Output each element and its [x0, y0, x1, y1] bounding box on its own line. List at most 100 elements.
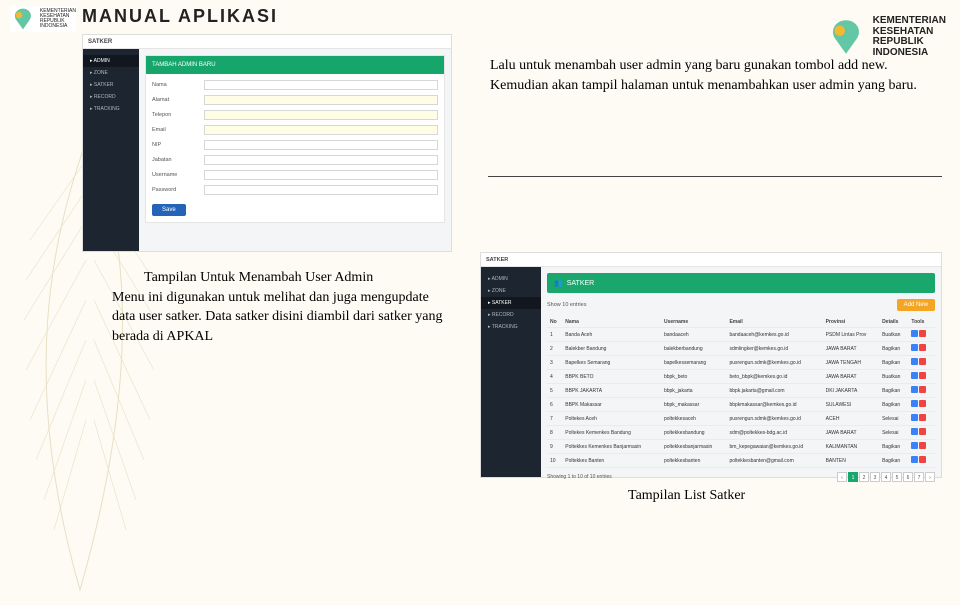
row-tools[interactable]	[908, 356, 935, 370]
page-button[interactable]: 3	[870, 472, 880, 482]
page-button[interactable]: 7	[914, 472, 924, 482]
page-button[interactable]: ›	[925, 472, 935, 482]
delete-icon	[919, 358, 926, 365]
table-row: 4BBPK BETObbpk_betobeto_bbpk@kemkes.go.i…	[547, 370, 935, 384]
panel-header: TAMBAH ADMIN BARU	[146, 56, 444, 74]
column-header: Provinsi	[823, 317, 879, 328]
row-tools[interactable]	[908, 342, 935, 356]
panel-header: 👥 SATKER	[547, 273, 935, 293]
sidebar-item[interactable]: ▸ RECORD	[481, 309, 541, 321]
field-label: Username	[152, 172, 198, 178]
edit-icon	[911, 428, 918, 435]
row-tools[interactable]	[908, 384, 935, 398]
text-input[interactable]	[204, 125, 438, 135]
row-tools[interactable]	[908, 370, 935, 384]
delete-icon	[919, 386, 926, 393]
table-row: 10Poltekkes Bantenpoltekkesbantenpoltekk…	[547, 454, 935, 468]
table-row: 8Poltekes Kemenkes Bandungpoltekkesbandu…	[547, 426, 935, 440]
page-button[interactable]: 1	[848, 472, 858, 482]
sidebar-item[interactable]: ▸ ZONE	[481, 285, 541, 297]
screenshot-satker-list: SATKER ▸ ADMIN▸ ZONE▸ SATKER▸ RECORD▸ TR…	[480, 252, 942, 478]
app-title: SATKER	[481, 253, 941, 267]
logo-large-text: KEMENTERIANKESEHATANREPUBLIKINDONESIA	[873, 16, 946, 58]
edit-icon	[911, 400, 918, 407]
edit-icon	[911, 386, 918, 393]
logo-small-text: KEMENTERIANKESEHATANREPUBLIKINDONESIA	[40, 9, 76, 30]
page-button[interactable]: 2	[859, 472, 869, 482]
row-tools[interactable]	[908, 426, 935, 440]
edit-icon	[911, 372, 918, 379]
table-row: 3Bapelkes Semarangbapelkessemarangpusren…	[547, 356, 935, 370]
sidebar: ▸ ADMIN▸ ZONE▸ SATKER▸ RECORD▸ TRACKING	[481, 267, 541, 477]
screenshot-add-admin: SATKER ▸ ADMIN▸ ZONE▸ SATKER▸ RECORD▸ TR…	[82, 34, 452, 252]
pagination: ‹1234567›	[836, 472, 935, 482]
edit-icon	[911, 344, 918, 351]
field-label: Alamat	[152, 97, 198, 103]
text-input[interactable]	[204, 110, 438, 120]
sidebar-item[interactable]: ▸ TRACKING	[481, 321, 541, 333]
sidebar-item[interactable]: ▸ ZONE	[83, 67, 139, 79]
caption-1: Tampilan Untuk Menambah User Admin Menu …	[112, 268, 452, 346]
page-button[interactable]: 6	[903, 472, 913, 482]
table-row: 7Poltekes Acehpoltekkesacehpusrengun.sdm…	[547, 412, 935, 426]
logo-small: KEMENTERIANKESEHATANREPUBLIKINDONESIA	[10, 6, 76, 32]
sidebar-item[interactable]: ▸ SATKER	[481, 297, 541, 309]
field-label: Email	[152, 127, 198, 133]
sidebar-item[interactable]: ▸ ADMIN	[481, 273, 541, 285]
text-input[interactable]	[204, 185, 438, 195]
kemenkes-icon	[10, 6, 36, 32]
paragraph-1: Lalu untuk menambah user admin yang baru…	[490, 56, 930, 95]
admin-form: NamaAlamatTeleponEmailNIPJabatanUsername…	[146, 74, 444, 222]
delete-icon	[919, 400, 926, 407]
column-header: No	[547, 317, 562, 328]
add-new-button[interactable]: Add New	[897, 299, 935, 311]
text-input[interactable]	[204, 140, 438, 150]
table-row: 9Poltekkes Kemenkes Banjarmasinpoltekkes…	[547, 440, 935, 454]
sidebar: ▸ ADMIN▸ ZONE▸ SATKER▸ RECORD▸ TRACKING	[83, 49, 139, 251]
column-header: Email	[726, 317, 822, 328]
sidebar-item[interactable]: ▸ ADMIN	[83, 55, 139, 67]
sidebar-item[interactable]: ▸ SATKER	[83, 79, 139, 91]
text-input[interactable]	[204, 170, 438, 180]
column-header: Details	[879, 317, 908, 328]
edit-icon	[911, 330, 918, 337]
kemenkes-icon	[825, 16, 867, 58]
table-row: 5BBPK JAKARTAbbpk_jakartabbpk.jakarta@gm…	[547, 384, 935, 398]
edit-icon	[911, 414, 918, 421]
show-entries: Show 10 entries	[547, 302, 586, 308]
satker-table: NoNamaUsernameEmailProvinsiDetailsTools …	[547, 317, 935, 468]
page-button[interactable]: ‹	[837, 472, 847, 482]
sidebar-item[interactable]: ▸ TRACKING	[83, 103, 139, 115]
app-title: SATKER	[83, 35, 451, 49]
showing-text: Showing 1 to 10 of 10 entries	[547, 474, 612, 480]
table-row: 2Balekber Bandungbalekberbandungsdmlingk…	[547, 342, 935, 356]
delete-icon	[919, 330, 926, 337]
caption-2: Tampilan List Satker	[628, 488, 745, 504]
field-label: Telepon	[152, 112, 198, 118]
delete-icon	[919, 344, 926, 351]
page-button[interactable]: 5	[892, 472, 902, 482]
column-header: Username	[661, 317, 727, 328]
sidebar-item[interactable]: ▸ RECORD	[83, 91, 139, 103]
edit-icon	[911, 442, 918, 449]
logo-large: KEMENTERIANKESEHATANREPUBLIKINDONESIA	[825, 16, 946, 58]
page-title: MANUAL APLIKASI	[82, 6, 278, 27]
field-label: NIP	[152, 142, 198, 148]
field-label: Password	[152, 187, 198, 193]
table-row: 1Banda Acehbandaacehbandaaceh@kemkes.go.…	[547, 328, 935, 342]
row-tools[interactable]	[908, 398, 935, 412]
page-button[interactable]: 4	[881, 472, 891, 482]
row-tools[interactable]	[908, 454, 935, 468]
text-input[interactable]	[204, 95, 438, 105]
text-input[interactable]	[204, 155, 438, 165]
delete-icon	[919, 442, 926, 449]
row-tools[interactable]	[908, 440, 935, 454]
text-input[interactable]	[204, 80, 438, 90]
row-tools[interactable]	[908, 412, 935, 426]
row-tools[interactable]	[908, 328, 935, 342]
column-header: Nama	[562, 317, 661, 328]
save-button[interactable]: Save	[152, 204, 186, 216]
field-label: Nama	[152, 82, 198, 88]
edit-icon	[911, 358, 918, 365]
delete-icon	[919, 372, 926, 379]
